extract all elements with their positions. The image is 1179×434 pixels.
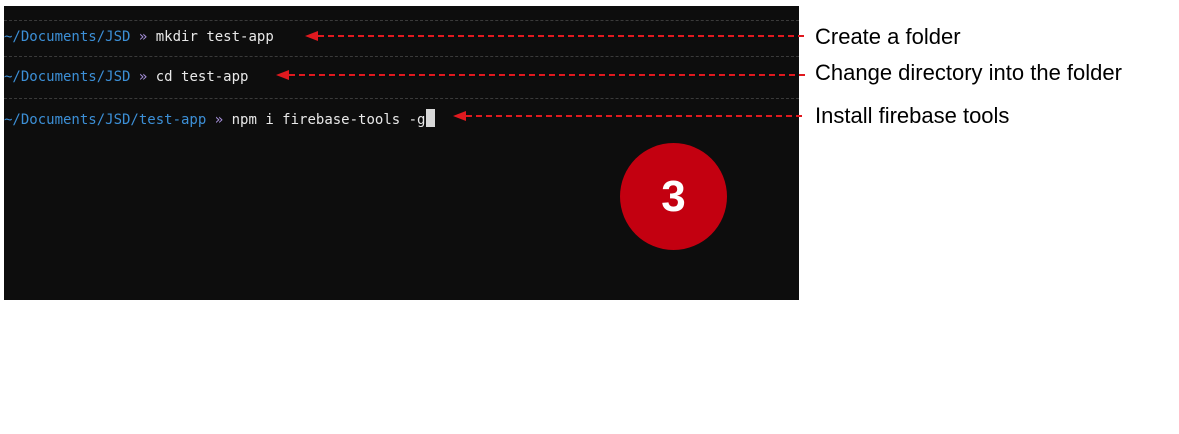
annotation-install-firebase: Install firebase tools: [815, 103, 1010, 128]
arrow-head-3: [453, 111, 466, 121]
arrow-head-1: [305, 31, 318, 41]
arrow-head-2: [276, 70, 289, 80]
annotation-change-directory: Change directory into the folder: [815, 60, 1122, 85]
annotation-create-folder: Create a folder: [815, 24, 961, 49]
